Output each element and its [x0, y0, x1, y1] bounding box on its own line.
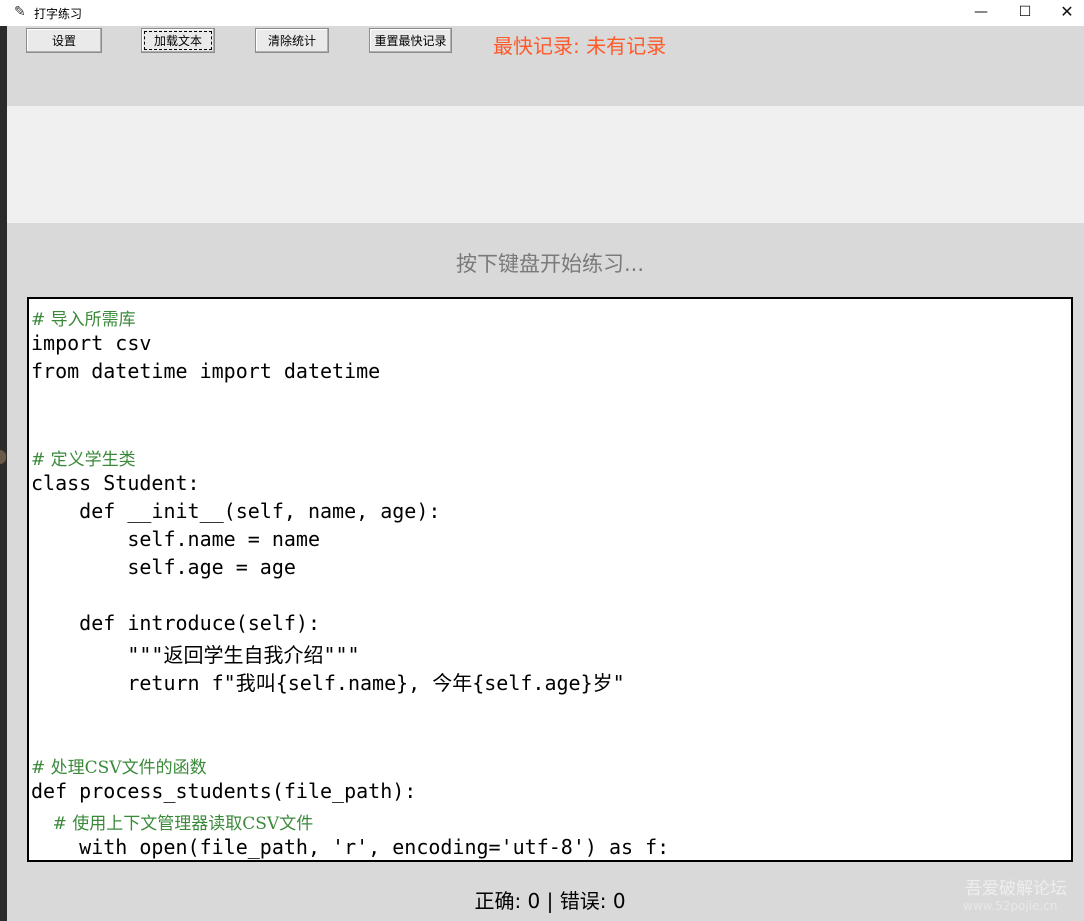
code-comment-line: # 导入所需库 [31, 310, 136, 330]
feather-icon: ✎ [14, 4, 26, 20]
code-line: """返回学生自我介绍""" [31, 643, 360, 667]
typing-display-area [7, 106, 1084, 223]
background-strip [0, 26, 7, 921]
code-comment-line: # 使用上下文管理器读取CSV文件 [31, 814, 314, 834]
code-comment-line: # 定义学生类 [31, 450, 136, 470]
settings-button[interactable]: 设置 [26, 28, 102, 53]
start-prompt: 按下键盘开始练习... [455, 252, 645, 276]
code-line: self.age = age [31, 555, 296, 579]
code-line: def process_students(file_path): [31, 779, 417, 803]
code-line: def __init__(self, name, age): [31, 499, 441, 523]
window-title: 打字练习 [34, 7, 83, 21]
watermark-url: www.52pojie.cn [963, 899, 1058, 913]
code-text-area[interactable]: # 导入所需库 import csv from datetime import da… [27, 297, 1073, 862]
code-line: from datetime import datetime [31, 359, 381, 383]
code-comment-line: # 处理CSV文件的函数 [31, 758, 207, 778]
code-line: import csv [31, 331, 152, 355]
minimize-button[interactable]: — [958, 0, 1004, 26]
clear-stats-button[interactable]: 清除统计 [255, 28, 329, 53]
load-text-button[interactable]: 加载文本 [141, 28, 215, 53]
maximize-button[interactable]: ☐ [1002, 0, 1048, 26]
code-line: def introduce(self): [31, 611, 320, 635]
code-line: with open(file_path, 'r', encoding='utf-… [31, 835, 670, 859]
code-line: self.name = name [31, 527, 320, 551]
score-status: 正确: 0 | 错误: 0 [474, 889, 626, 913]
best-record-label: 最快记录: 未有记录 [493, 34, 667, 58]
close-button[interactable]: ✕ [1044, 0, 1084, 26]
watermark-text: 吾爱破解论坛 [965, 879, 1067, 899]
code-line: return f"我叫{self.name}, 今年{self.age}岁" [31, 671, 625, 695]
code-line: class Student: [31, 471, 200, 495]
reset-best-record-button[interactable]: 重置最快记录 [369, 28, 452, 53]
title-bar: ✎ 打字练习 — ☐ ✕ [0, 0, 1084, 26]
edge-marker [0, 450, 6, 464]
